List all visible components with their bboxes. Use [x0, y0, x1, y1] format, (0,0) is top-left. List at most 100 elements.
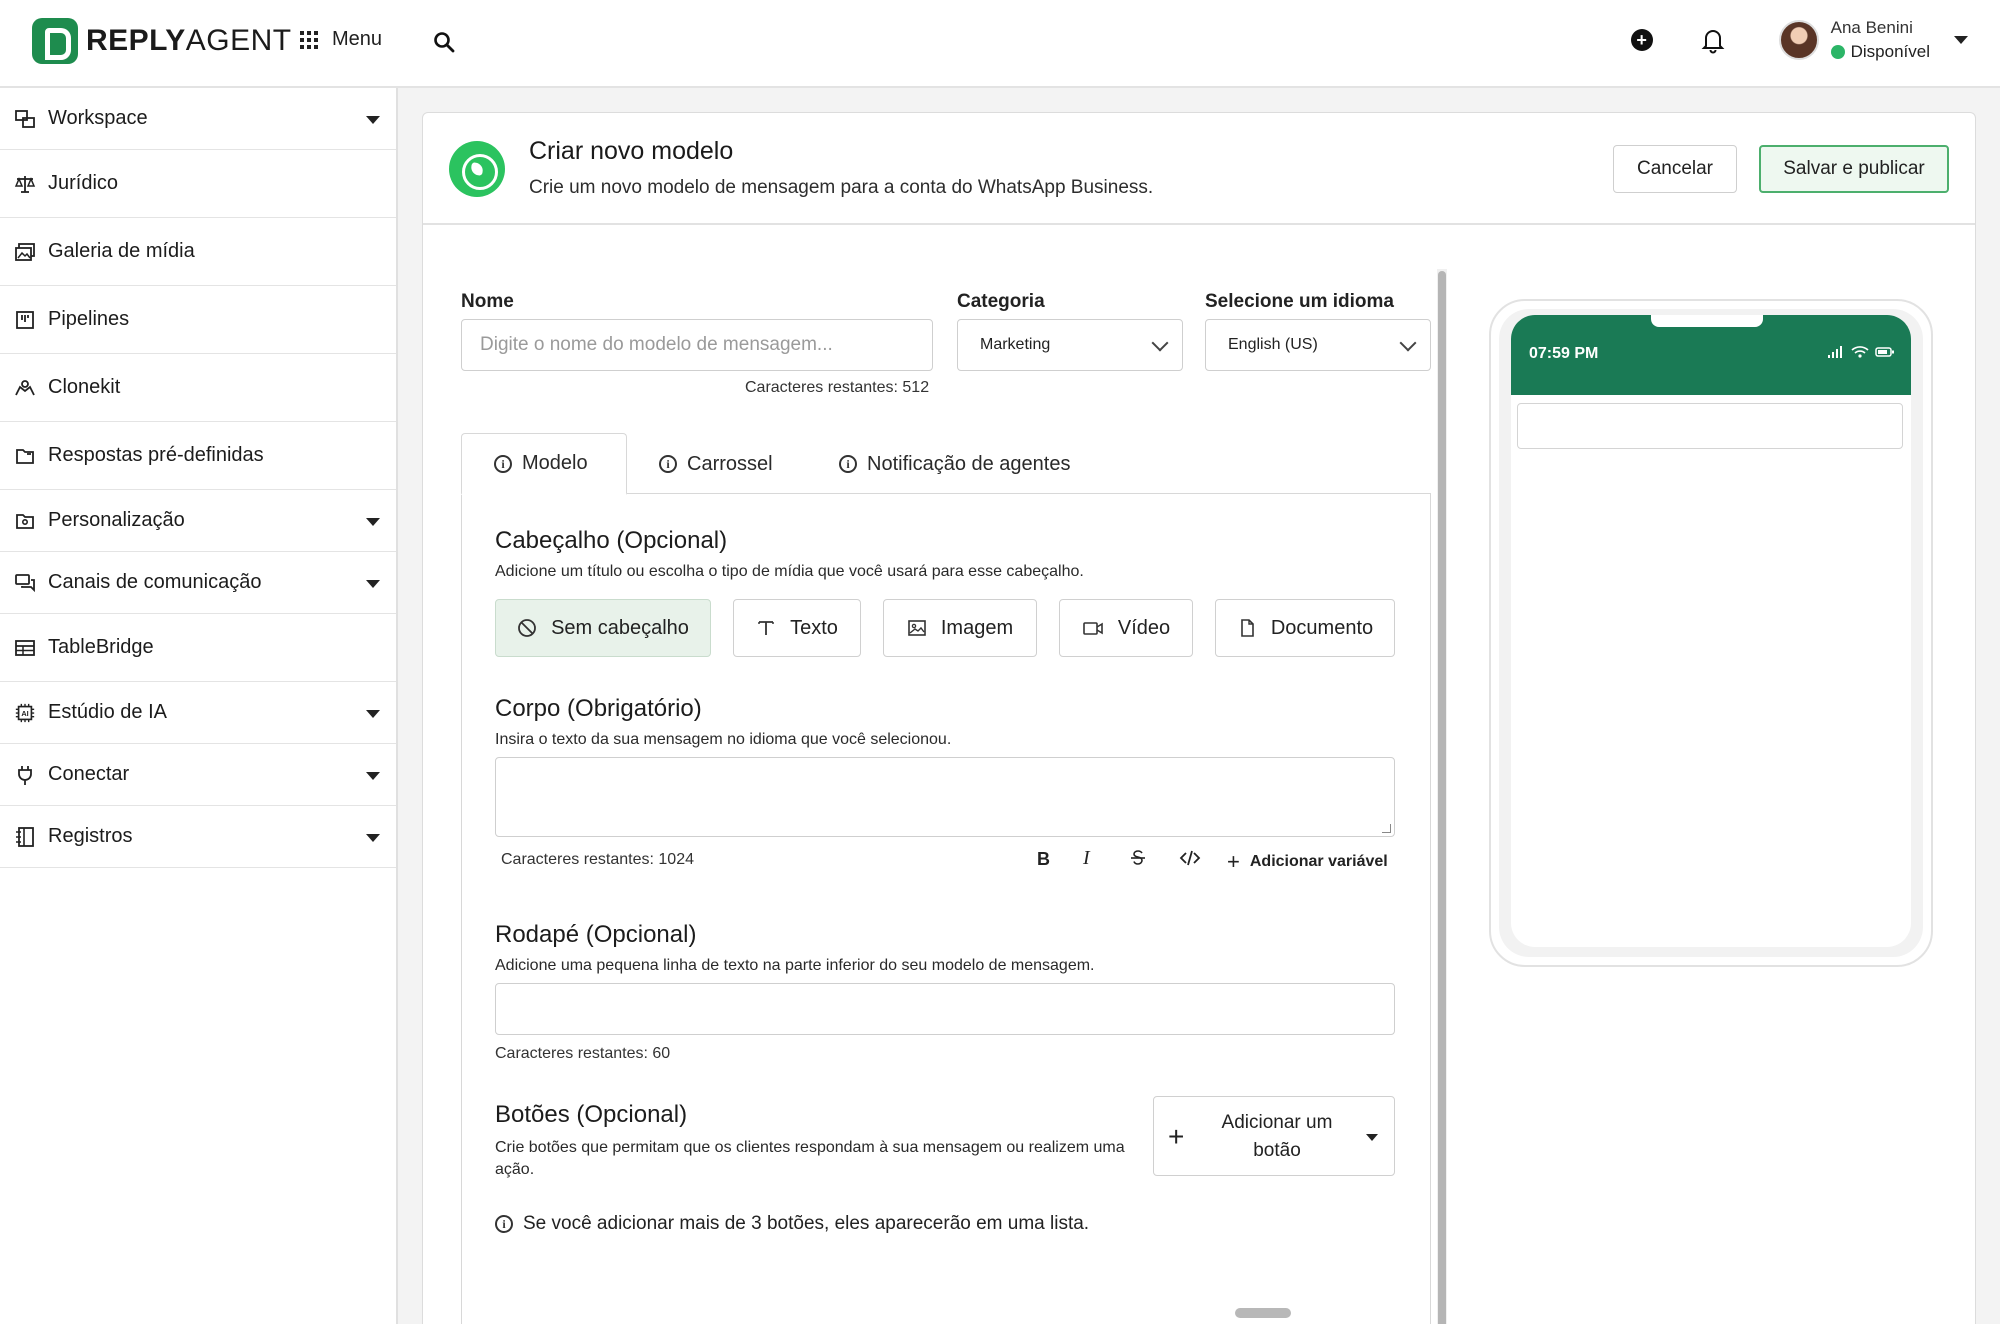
buttons-section-title: Botões (Opcional) — [495, 1101, 688, 1128]
whatsapp-icon — [449, 141, 505, 197]
menu-button[interactable]: Menu — [300, 28, 382, 51]
user-info[interactable]: Ana Benini Disponível — [1830, 18, 1930, 62]
body-section-title: Corpo (Obrigatório) — [495, 695, 702, 722]
info-icon: i — [495, 1215, 513, 1233]
tab-modelo[interactable]: i Modelo — [461, 433, 627, 495]
menu-label: Menu — [332, 28, 383, 50]
footer-section-title: Rodapé (Opcional) — [495, 921, 697, 948]
sidebar-item-conectar[interactable]: Conectar — [0, 744, 396, 806]
message-preview-bubble — [1517, 403, 1903, 449]
add-button-dropdown[interactable]: + Adicionar um botão — [1153, 1096, 1395, 1176]
sidebar-item-registros[interactable]: Registros — [0, 806, 396, 868]
scale-icon — [14, 173, 36, 195]
table-icon — [14, 637, 36, 659]
category-select[interactable]: Marketing — [957, 319, 1183, 371]
header-option-document[interactable]: Documento — [1215, 599, 1395, 657]
header-section-desc: Adicione um título ou escolha o tipo de … — [495, 563, 1084, 580]
wifi-icon — [1851, 346, 1869, 358]
image-icon — [908, 620, 926, 636]
grid-icon — [300, 30, 318, 49]
sidebar-item-pipelines[interactable]: Pipelines — [0, 286, 396, 354]
phone-preview: 07:59 PM — [1489, 299, 1933, 967]
pipeline-icon — [14, 309, 36, 331]
phone-notch — [1651, 315, 1763, 327]
battery-icon — [1875, 347, 1894, 357]
page-subtitle: Crie um novo modelo de mensagem para a c… — [529, 177, 1154, 198]
header-option-video[interactable]: Vídeo — [1059, 599, 1193, 657]
footer-section-desc: Adicione uma pequena linha de texto na p… — [495, 957, 1095, 974]
tab-carrossel[interactable]: i Carrossel — [659, 433, 773, 495]
search-icon[interactable] — [432, 30, 456, 54]
document-icon — [1241, 619, 1254, 637]
sidebar-item-respostas[interactable]: Respostas pré-definidas — [0, 422, 396, 490]
header-option-text[interactable]: Texto — [733, 599, 861, 657]
status-dot-icon — [1830, 45, 1845, 59]
caret-down-icon — [366, 771, 380, 780]
chevron-down-icon — [1399, 334, 1417, 352]
add-circle-icon[interactable]: + — [1630, 29, 1653, 51]
sidebar-item-clonekit[interactable]: Clonekit — [0, 354, 396, 422]
sidebar-item-estudio-ia[interactable]: AI Estúdio de IA — [0, 682, 396, 744]
footer-remaining: Caracteres restantes: 60 — [495, 1045, 671, 1062]
chat-icon — [14, 572, 36, 594]
sidebar: Workspace Jurídico Galeria de mídia Pipe… — [0, 88, 398, 1324]
log-icon — [14, 826, 36, 848]
chevron-down-icon — [1151, 334, 1169, 352]
clone-icon — [14, 377, 36, 399]
buttons-note: i Se você adicionar mais de 3 botões, el… — [495, 1213, 1089, 1235]
page-title: Criar novo modelo — [529, 137, 734, 165]
save-publish-button[interactable]: Salvar e publicar — [1759, 145, 1949, 193]
name-input[interactable]: Digite o nome do modelo de mensagem... — [461, 319, 933, 371]
body-textarea[interactable] — [495, 757, 1395, 837]
phone-time: 07:59 PM — [1529, 345, 1599, 362]
strikethrough-icon[interactable] — [1129, 849, 1147, 872]
body-remaining: Caracteres restantes: 1024 — [501, 851, 694, 868]
caret-down-icon — [366, 579, 380, 588]
caret-down-icon — [366, 115, 380, 124]
signal-icon — [1828, 346, 1842, 358]
phone-header: 07:59 PM — [1511, 315, 1911, 395]
avatar[interactable] — [1778, 20, 1819, 60]
horizontal-scrollbar[interactable] — [1235, 1308, 1291, 1318]
sidebar-item-personalizacao[interactable]: Personalização — [0, 490, 396, 552]
customize-icon — [14, 510, 36, 532]
header-section-title: Cabeçalho (Opcional) — [495, 527, 728, 554]
plus-icon: + — [1168, 1121, 1185, 1152]
name-label: Nome — [461, 291, 514, 312]
buttons-section-desc: Crie botões que permitam que os clientes… — [495, 1139, 1125, 1178]
scrollbar[interactable] — [1438, 271, 1446, 1324]
chevron-down-icon[interactable] — [1954, 36, 1968, 44]
category-label: Categoria — [957, 291, 1045, 312]
sidebar-item-canais[interactable]: Canais de comunicação — [0, 552, 396, 614]
caret-down-icon — [366, 709, 380, 718]
tab-notificacao-agentes[interactable]: i Notificação de agentes — [839, 433, 1070, 495]
plug-icon — [14, 764, 36, 786]
code-icon[interactable] — [1179, 849, 1201, 872]
bell-icon[interactable] — [1699, 26, 1727, 54]
italic-button[interactable]: I — [1083, 847, 1090, 870]
footer-input[interactable] — [495, 983, 1395, 1035]
info-icon: i — [494, 454, 512, 473]
add-variable-button[interactable]: + Adicionar variável — [1227, 849, 1388, 875]
header-option-none[interactable]: Sem cabeçalho — [495, 599, 711, 657]
body-section-desc: Insira o texto da sua mensagem no idioma… — [495, 731, 952, 748]
sidebar-item-workspace[interactable]: Workspace — [0, 88, 396, 150]
cancel-button[interactable]: Cancelar — [1613, 145, 1737, 193]
workspace-icon — [14, 108, 36, 130]
language-select[interactable]: English (US) — [1205, 319, 1431, 371]
language-label: Selecione um idioma — [1205, 291, 1394, 312]
sidebar-item-juridico[interactable]: Jurídico — [0, 150, 396, 218]
header-option-image[interactable]: Imagem — [883, 599, 1037, 657]
canned-response-icon — [14, 445, 36, 467]
video-icon — [1083, 622, 1103, 635]
bold-button[interactable]: B — [1037, 849, 1050, 870]
info-icon: i — [659, 455, 677, 473]
block-icon — [518, 619, 536, 637]
info-icon: i — [839, 455, 857, 473]
caret-down-icon — [366, 517, 380, 526]
sidebar-item-tablebridge[interactable]: TableBridge — [0, 614, 396, 682]
sidebar-item-galeria[interactable]: Galeria de mídia — [0, 218, 396, 286]
replyagent-logo[interactable]: REPLYAGENT — [32, 18, 292, 64]
card-header: Criar novo modelo Crie um novo modelo de… — [423, 113, 1975, 225]
name-remaining: Caracteres restantes: 512 — [745, 379, 930, 396]
